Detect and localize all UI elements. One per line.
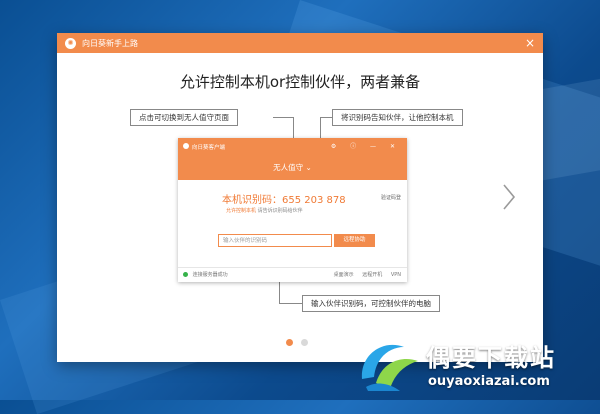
guide-dialog: ✺ 向日葵新手上路 × 允许控制本机or控制伙伴，两者兼备 点击可切换到无人值守… (57, 33, 543, 362)
allow-control-line: 允许控制本机 请告诉识别码给伙伴 (226, 207, 303, 214)
guide-line (273, 117, 293, 118)
connection-status: 连接服务器成功 (192, 272, 228, 278)
allow-control-hint: 请告诉识别码给伙伴 (257, 208, 303, 214)
callout-tell-partner: 将识别码告知伙伴，让他控制本机 (332, 109, 463, 126)
online-status-icon (183, 272, 188, 277)
dialog-title: 向日葵新手上路 (82, 38, 138, 48)
watermark-url: ouyaoxiazai.com (428, 374, 550, 389)
guide-line (279, 303, 302, 304)
app-preview-header: 向日葵客户端 ⚙ ⓘ — ✕ 无人值守 ⌄ (178, 138, 407, 180)
watermark-logo-icon (361, 344, 418, 391)
footer-tools: 桌面演示 远程开机 VPN (327, 268, 401, 282)
remote-boot-link[interactable]: 远程开机 (362, 272, 382, 278)
local-id-code: 本机识别码：655 203 878 (222, 195, 346, 206)
desktop-demo-link[interactable]: 桌面演示 (334, 272, 354, 278)
page-dot-1[interactable] (286, 339, 293, 346)
watermark-brand: 偶要下载站 (426, 344, 556, 372)
callout-switch-mode: 点击可切换到无人值守页面 (130, 109, 238, 126)
app-preview-window: 向日葵客户端 ⚙ ⓘ — ✕ 无人值守 ⌄ 本机识别码：655 203 878 … (178, 138, 407, 282)
app-logo-icon (183, 143, 189, 149)
app-preview-title: 向日葵客户端 (192, 145, 226, 151)
remote-assist-button[interactable]: 远程协助 (334, 234, 375, 247)
next-page-arrow-icon[interactable] (502, 184, 516, 210)
callout-enter-partner: 输入伙伴识别码，可控制伙伴的电脑 (302, 295, 440, 312)
app-window-controls: ⚙ ⓘ — ✕ (330, 143, 401, 150)
unattended-mode-toggle[interactable]: 无人值守 ⌄ (178, 162, 407, 173)
page-indicator (286, 339, 308, 346)
allow-control-label: 允许控制本机 (226, 208, 257, 214)
sunflower-logo-icon: ✺ (65, 37, 76, 49)
dialog-titlebar: ✺ 向日葵新手上路 × (57, 33, 543, 53)
verify-login-link[interactable]: 验证码登 (381, 194, 401, 201)
guide-line (320, 117, 332, 118)
partner-id-input[interactable]: 输入伙伴的识别码 (218, 234, 332, 247)
page-heading: 允许控制本机or控制伙伴，两者兼备 (179, 73, 421, 91)
close-button[interactable]: × (525, 33, 535, 53)
page-dot-2[interactable] (301, 339, 308, 346)
app-status-bar: 连接服务器成功 桌面演示 远程开机 VPN (178, 267, 407, 282)
vpn-link[interactable]: VPN (391, 272, 401, 278)
